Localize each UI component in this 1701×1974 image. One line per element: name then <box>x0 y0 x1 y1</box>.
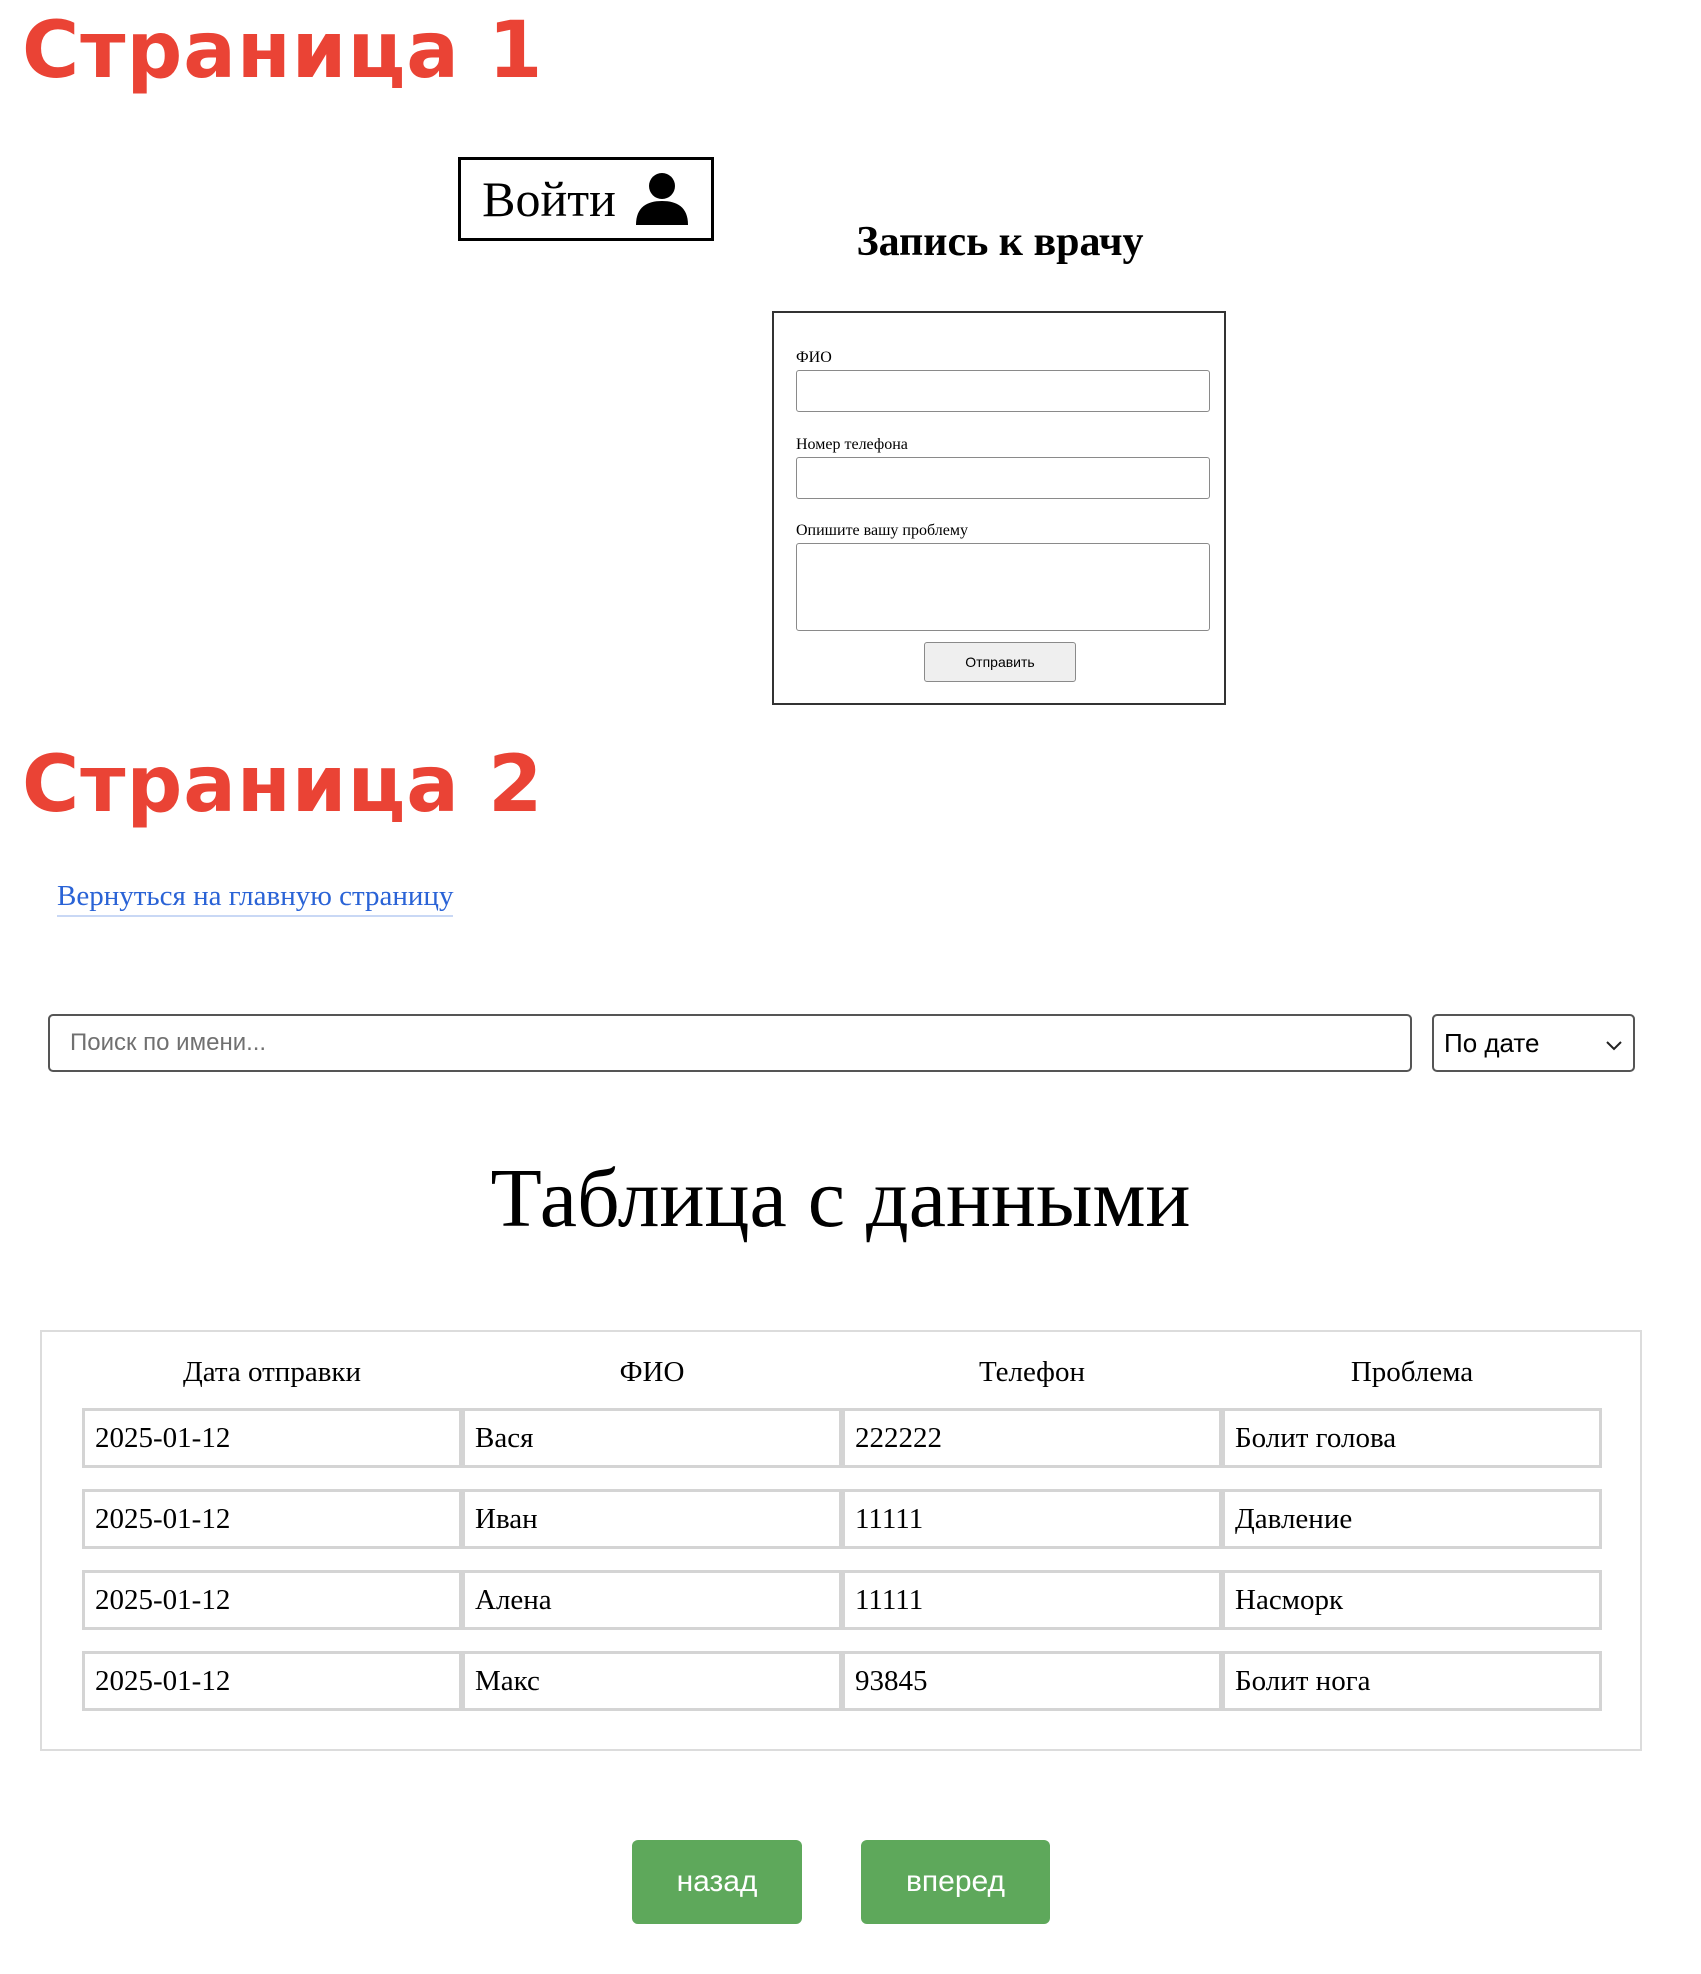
page1-heading: Страница 1 <box>22 6 544 96</box>
sort-selected-value: По дате <box>1444 1027 1540 1058</box>
cell-problem: Болит голова <box>1222 1408 1602 1468</box>
page2-heading: Страница 2 <box>22 740 544 830</box>
cell-date: 2025-01-12 <box>82 1408 462 1468</box>
column-header-date: Дата отправки <box>182 1356 362 1388</box>
table-row: 2025-01-12 Иван 11111 Давление <box>82 1489 1602 1549</box>
search-input[interactable] <box>48 1014 1412 1072</box>
cell-name: Вася <box>462 1408 842 1468</box>
login-label: Войти <box>482 171 616 227</box>
table-row: 2025-01-12 Макс 93845 Болит нога <box>82 1651 1602 1711</box>
cell-name: Макс <box>462 1651 842 1711</box>
user-icon <box>634 171 690 227</box>
column-header-phone: Телефон <box>979 1356 1085 1388</box>
problem-label: Опишите вашу проблему <box>796 522 968 539</box>
cell-problem: Насморк <box>1222 1570 1602 1630</box>
chevron-down-icon <box>1605 1028 1623 1059</box>
back-to-home-link[interactable]: Вернуться на главную страницу <box>57 880 454 917</box>
cell-problem: Давление <box>1222 1489 1602 1549</box>
cell-date: 2025-01-12 <box>82 1651 462 1711</box>
cell-date: 2025-01-12 <box>82 1489 462 1549</box>
phone-label: Номер телефона <box>796 436 908 453</box>
table-header: Дата отправки ФИО Телефон Проблема <box>82 1352 1602 1392</box>
cell-phone: 222222 <box>842 1408 1222 1468</box>
name-input[interactable] <box>796 370 1210 412</box>
table-row: 2025-01-12 Вася 222222 Болит голова <box>82 1408 1602 1468</box>
table-row: 2025-01-12 Алена 11111 Насморк <box>82 1570 1602 1630</box>
cell-problem: Болит нога <box>1222 1651 1602 1711</box>
name-label: ФИО <box>796 349 832 366</box>
forward-button[interactable]: вперед <box>861 1840 1050 1924</box>
sort-select[interactable]: По дате <box>1432 1014 1635 1072</box>
form-title: Запись к врачу <box>856 219 1144 265</box>
column-header-problem: Проблема <box>1350 1356 1474 1388</box>
table-title: Таблица с данными <box>490 1152 1191 1245</box>
cell-phone: 11111 <box>842 1489 1222 1549</box>
login-button[interactable]: Войти <box>458 157 714 241</box>
cell-phone: 93845 <box>842 1651 1222 1711</box>
column-header-name: ФИО <box>619 1356 685 1388</box>
cell-date: 2025-01-12 <box>82 1570 462 1630</box>
problem-textarea[interactable] <box>796 543 1210 631</box>
cell-name: Иван <box>462 1489 842 1549</box>
cell-phone: 11111 <box>842 1570 1222 1630</box>
data-table: Дата отправки ФИО Телефон Проблема 2025-… <box>40 1330 1642 1751</box>
phone-input[interactable] <box>796 457 1210 499</box>
appointment-form: ФИО Номер телефона Опишите вашу проблему… <box>772 311 1226 705</box>
back-button[interactable]: назад <box>632 1840 802 1924</box>
cell-name: Алена <box>462 1570 842 1630</box>
submit-button[interactable]: Отправить <box>924 642 1076 682</box>
